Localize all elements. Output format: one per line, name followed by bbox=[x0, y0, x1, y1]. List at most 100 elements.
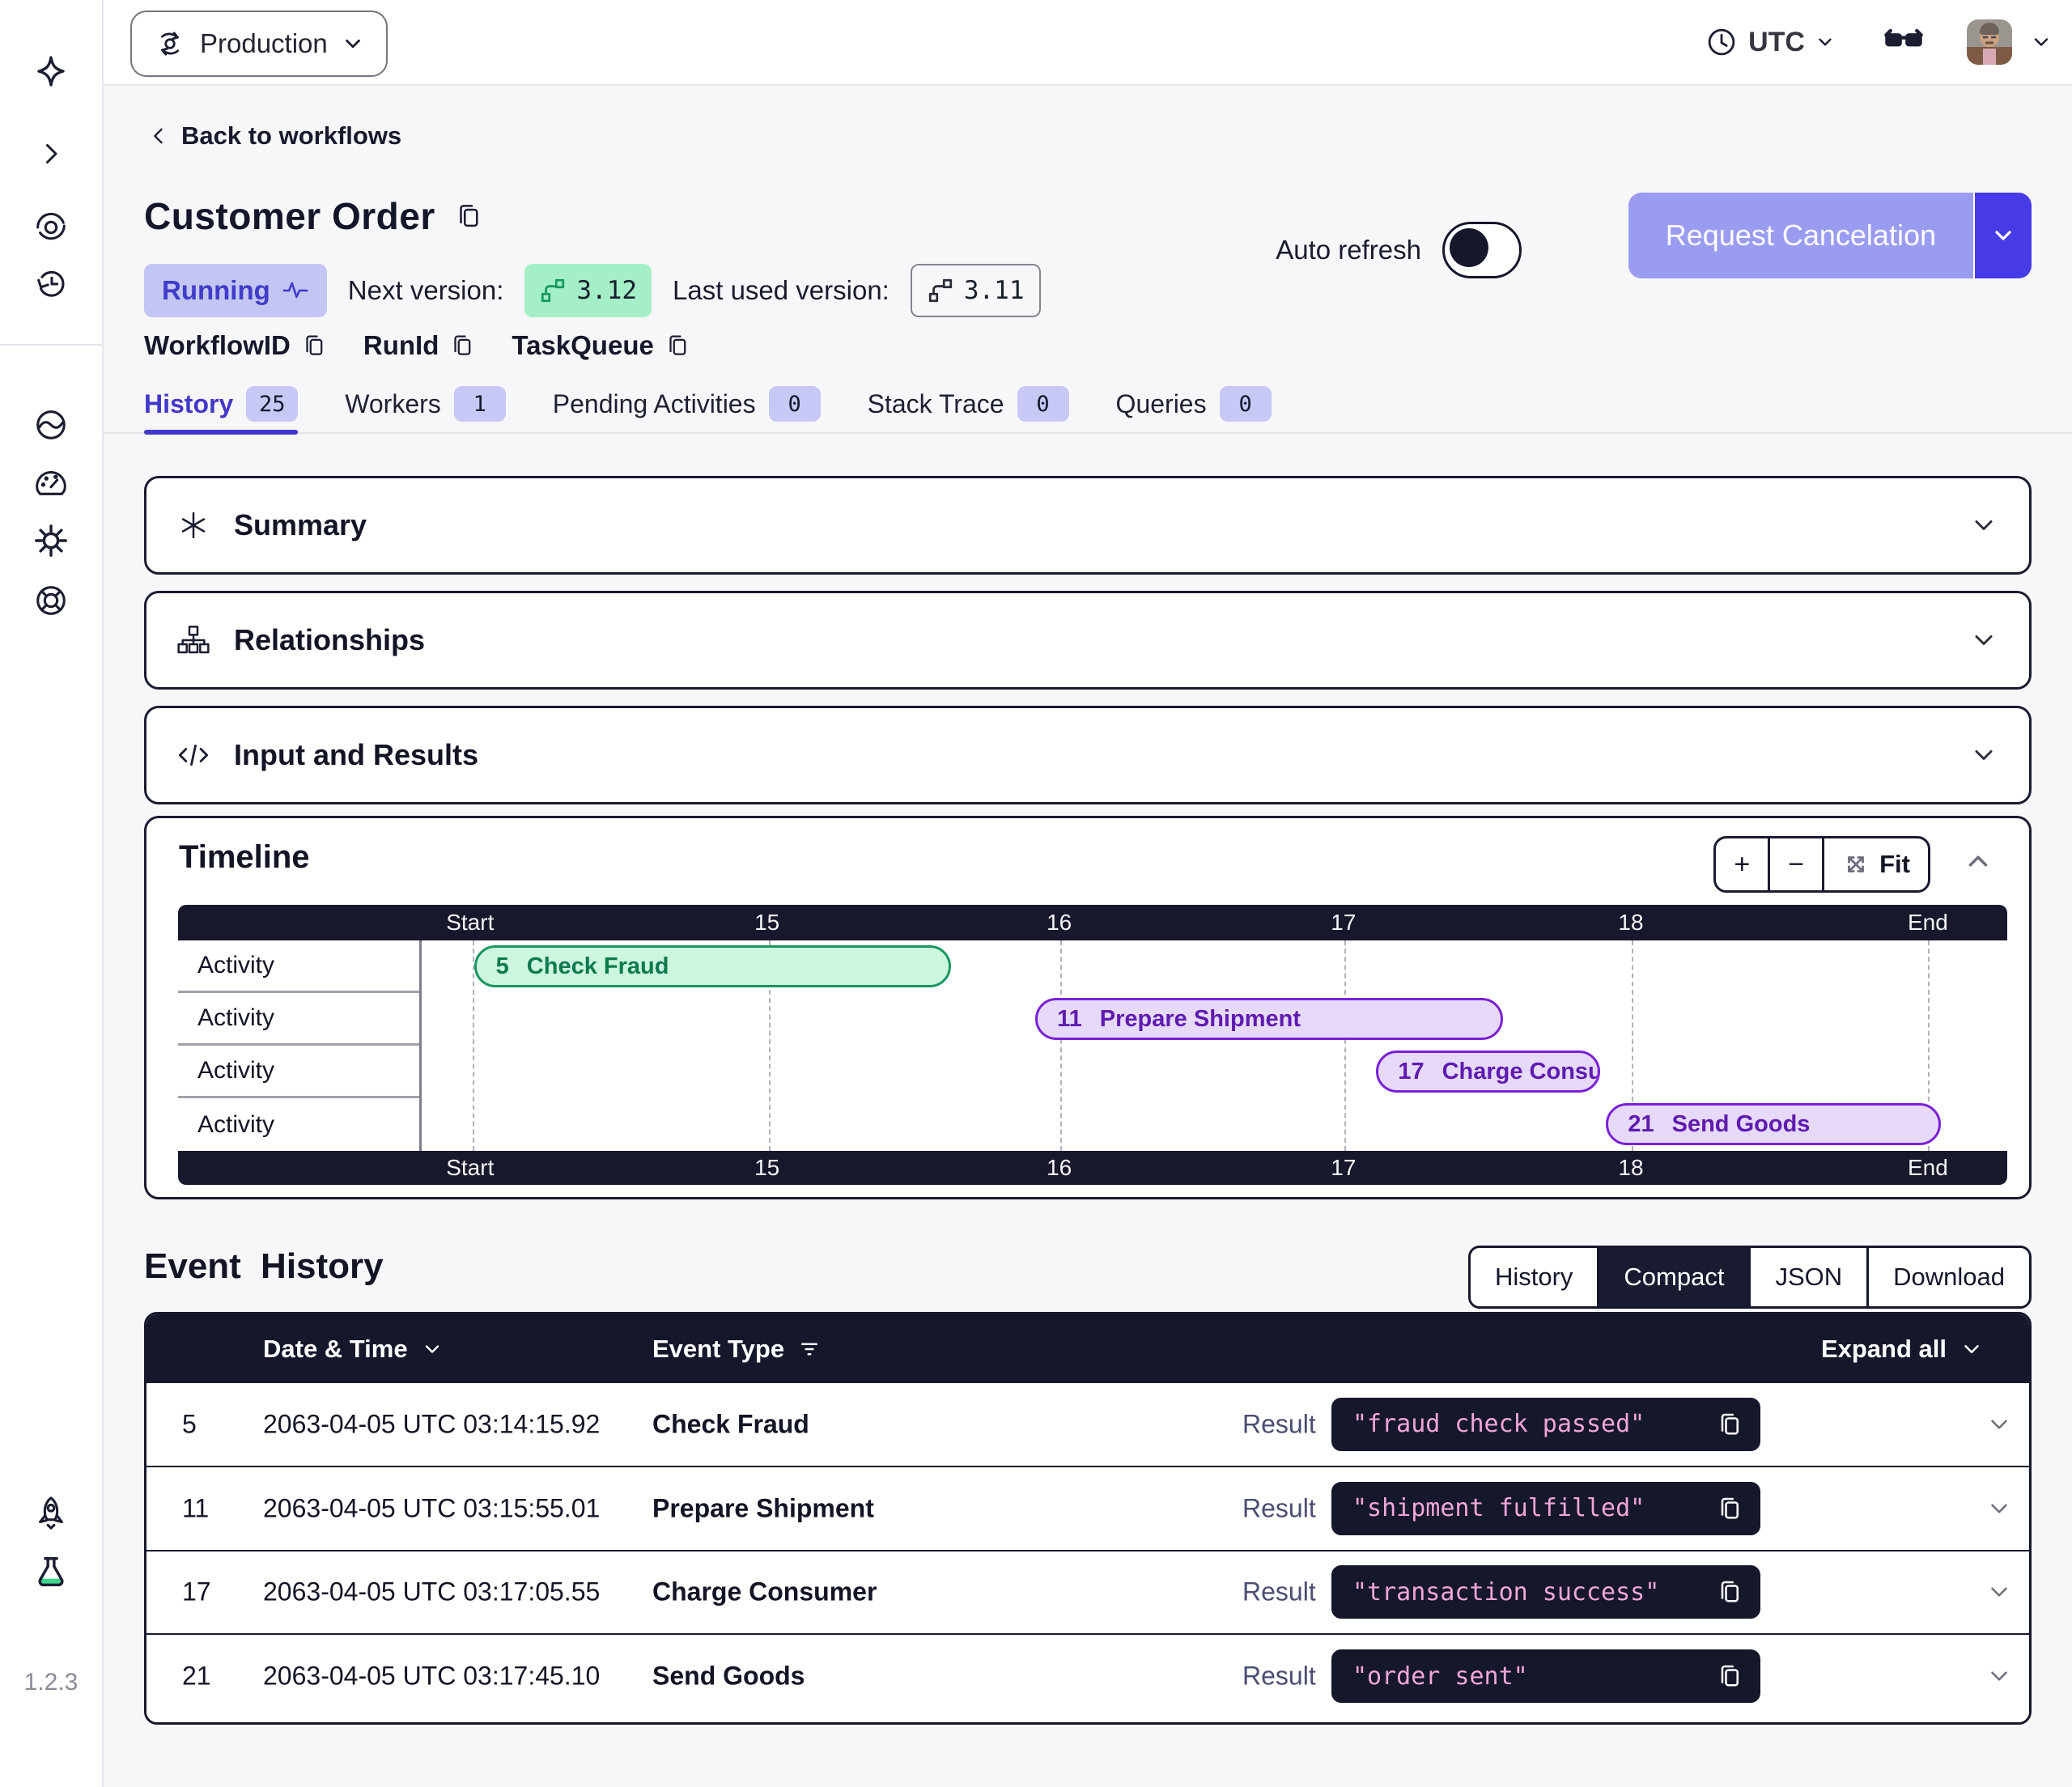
input-results-section-header[interactable]: Input and Results bbox=[144, 706, 2032, 804]
next-version-badge: 3.12 bbox=[524, 264, 652, 317]
event-row[interactable]: 17 2063-04-05 UTC 03:17:05.55 Charge Con… bbox=[146, 1551, 2029, 1636]
event-datetime: 2063-04-05 UTC 03:17:05.55 bbox=[263, 1577, 600, 1607]
event-row[interactable]: 11 2063-04-05 UTC 03:15:55.01 Prepare Sh… bbox=[146, 1467, 2029, 1551]
tab-stack-trace[interactable]: Stack Trace 0 bbox=[868, 376, 1069, 432]
view-history-button[interactable]: History bbox=[1471, 1248, 1597, 1306]
view-json-button[interactable]: JSON bbox=[1748, 1248, 1866, 1306]
view-compact-button[interactable]: Compact bbox=[1597, 1248, 1748, 1306]
app-logo-icon[interactable] bbox=[32, 53, 70, 92]
copy-result-icon[interactable] bbox=[1715, 1410, 1744, 1439]
tab-history[interactable]: History 25 bbox=[144, 376, 298, 432]
timeline-bar-event-id: 21 bbox=[1628, 1111, 1654, 1138]
timeline-axis-top: Start15161718End bbox=[178, 905, 2007, 940]
nav-labs-flask-icon[interactable] bbox=[32, 1554, 70, 1591]
timeline-row-labels: Activity Activity Activity Activity bbox=[178, 940, 422, 1151]
column-event-type-label: Event Type bbox=[652, 1335, 784, 1364]
summary-section-header[interactable]: Summary bbox=[144, 476, 2032, 575]
event-id: 5 bbox=[182, 1409, 197, 1439]
timeline-chart: Start15161718End Activity Activity Activ… bbox=[178, 905, 2007, 1185]
tab-label: Pending Activities bbox=[553, 389, 756, 419]
status-badge: Running bbox=[144, 264, 327, 317]
zoom-in-button[interactable]: + bbox=[1716, 838, 1768, 890]
copy-result-icon[interactable] bbox=[1715, 1494, 1744, 1523]
zoom-out-button[interactable]: − bbox=[1768, 838, 1822, 890]
result-value: "fraud check passed" bbox=[1352, 1410, 1715, 1438]
result-chip: "shipment fulfilled" bbox=[1331, 1482, 1760, 1535]
expand-row-chevron-icon[interactable] bbox=[1985, 1578, 2013, 1606]
timezone-selector[interactable]: UTC bbox=[1705, 25, 1836, 59]
event-history-table: Date & Time Event Type Expand all 5 2063… bbox=[144, 1312, 2032, 1725]
nav-usage-icon[interactable] bbox=[32, 463, 70, 500]
filter-icon bbox=[797, 1337, 822, 1361]
auto-refresh-toggle[interactable] bbox=[1442, 222, 1522, 278]
section-label: Input and Results bbox=[234, 738, 478, 772]
run-id-label: RunId bbox=[363, 330, 439, 361]
expand-row-chevron-icon[interactable] bbox=[1985, 1495, 2013, 1522]
fit-expand-icon bbox=[1842, 851, 1870, 878]
chevron-down-icon bbox=[1815, 32, 1836, 53]
nav-support-icon[interactable] bbox=[32, 582, 70, 619]
workflow-id-copy[interactable]: WorkflowID bbox=[144, 330, 328, 361]
namespace-retention-icon bbox=[153, 27, 187, 61]
expand-row-chevron-icon[interactable] bbox=[1985, 1662, 2013, 1690]
event-row[interactable]: 21 2063-04-05 UTC 03:17:45.10 Send Goods… bbox=[146, 1635, 2029, 1717]
nav-getting-started-rocket-icon[interactable] bbox=[32, 1495, 70, 1532]
timeline-zoom-controls: + − Fit bbox=[1713, 836, 1930, 893]
result-label: Result bbox=[1242, 1662, 1316, 1691]
page-title: Customer Order bbox=[144, 194, 435, 238]
copy-workflow-name-icon[interactable] bbox=[453, 201, 484, 231]
tab-queries[interactable]: Queries 0 bbox=[1116, 376, 1272, 432]
chevron-left-icon bbox=[147, 125, 170, 147]
labs-glasses-icon[interactable] bbox=[1883, 21, 1925, 63]
sidebar-divider bbox=[0, 344, 102, 346]
event-history-table-header: Date & Time Event Type Expand all bbox=[146, 1314, 2029, 1383]
tab-label: Workers bbox=[345, 389, 441, 419]
copy-result-icon[interactable] bbox=[1715, 1577, 1744, 1607]
tab-pending-activities[interactable]: Pending Activities 0 bbox=[553, 376, 821, 432]
fit-button[interactable]: Fit bbox=[1822, 838, 1928, 890]
namespace-selector-button[interactable]: Production bbox=[130, 11, 388, 77]
timeline-bar-send-goods[interactable]: 21 Send Goods bbox=[1606, 1103, 1940, 1145]
tab-workers[interactable]: Workers 1 bbox=[345, 376, 506, 432]
user-avatar[interactable] bbox=[1967, 19, 2012, 65]
nav-settings-gear-icon[interactable] bbox=[32, 522, 70, 559]
column-event-type-filter[interactable]: Event Type bbox=[652, 1335, 822, 1364]
clock-icon bbox=[1705, 25, 1739, 59]
copy-result-icon[interactable] bbox=[1715, 1662, 1744, 1691]
back-to-workflows-link[interactable]: Back to workflows bbox=[147, 121, 401, 151]
user-menu-chevron-icon[interactable] bbox=[2030, 31, 2053, 53]
nav-workflows-icon[interactable] bbox=[32, 208, 70, 245]
timeline-axis-label: 15 bbox=[754, 910, 779, 936]
last-used-version-label: Last used version: bbox=[673, 275, 890, 306]
event-row[interactable]: 5 2063-04-05 UTC 03:14:15.92 Check Fraud… bbox=[146, 1383, 2029, 1467]
last-used-version-value: 3.11 bbox=[964, 276, 1025, 305]
result-label: Result bbox=[1242, 1493, 1316, 1523]
view-download-button[interactable]: Download bbox=[1866, 1248, 2029, 1306]
expand-row-chevron-icon[interactable] bbox=[1985, 1411, 2013, 1438]
run-id-copy[interactable]: RunId bbox=[363, 330, 476, 361]
expand-all-button[interactable]: Expand all bbox=[1821, 1335, 1984, 1364]
timeline-bar-event-id: 5 bbox=[496, 953, 509, 980]
event-type: Send Goods bbox=[652, 1662, 805, 1691]
nav-namespaces-icon[interactable] bbox=[32, 406, 70, 444]
expand-sidebar-chevron-icon[interactable] bbox=[36, 139, 66, 168]
section-label: Relationships bbox=[234, 623, 425, 657]
timeline-bar-prepare-shipment[interactable]: 11Prepare Shipment bbox=[1035, 998, 1503, 1040]
timeline-bar-check-fraud[interactable]: 5Check Fraud bbox=[474, 945, 952, 987]
timeline-bar-charge-consumer[interactable]: 17Charge Consumer bbox=[1376, 1051, 1599, 1093]
request-cancelation-button[interactable]: Request Cancelation bbox=[1628, 193, 2032, 278]
event-type: Prepare Shipment bbox=[652, 1493, 874, 1523]
result-value: "order sent" bbox=[1352, 1662, 1715, 1691]
result-chip: "fraud check passed" bbox=[1331, 1398, 1760, 1451]
event-datetime: 2063-04-05 UTC 03:17:45.10 bbox=[263, 1662, 600, 1691]
timeline-bar-label: Prepare Shipment bbox=[1100, 1006, 1301, 1033]
nav-schedules-icon[interactable] bbox=[32, 265, 70, 302]
timeline-bar-label: Send Goods bbox=[1672, 1111, 1811, 1138]
relationships-section-header[interactable]: Relationships bbox=[144, 591, 2032, 690]
task-queue-copy[interactable]: TaskQueue bbox=[512, 330, 690, 361]
collapse-timeline-chevron-icon[interactable] bbox=[1963, 846, 1993, 877]
expand-all-label: Expand all bbox=[1821, 1335, 1947, 1364]
column-date-time-sort[interactable]: Date & Time bbox=[263, 1335, 444, 1364]
cancelation-menu-chevron[interactable] bbox=[1973, 193, 2032, 278]
event-id: 21 bbox=[182, 1662, 211, 1691]
